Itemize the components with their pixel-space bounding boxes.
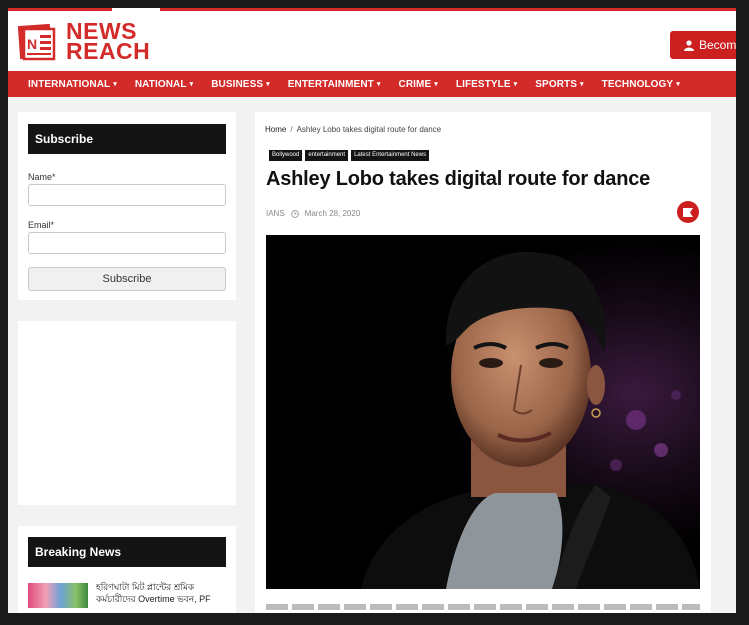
- become-member-button[interactable]: Becom: [670, 31, 736, 59]
- tag-entertainment[interactable]: entertainment: [305, 150, 349, 161]
- article-featured-image[interactable]: [266, 235, 700, 589]
- article-title: Ashley Lobo takes digital route for danc…: [266, 168, 651, 190]
- logo-line-2: REACH: [66, 38, 151, 64]
- chevron-down-icon: ▾: [266, 81, 270, 88]
- email-field[interactable]: [28, 232, 226, 254]
- nav-item-technology[interactable]: TECHNOLOGY ▾: [593, 79, 689, 90]
- nav-item-label: INTERNATIONAL: [28, 78, 111, 90]
- article-date: March 28, 2020: [304, 209, 361, 218]
- name-field[interactable]: [28, 184, 226, 206]
- breaking-news-widget: Breaking News হরিণঘাটা মিট প্লান্টের শ্র…: [18, 526, 236, 613]
- subscribe-widget-title: Subscribe: [28, 124, 226, 154]
- nav-item-label: NATIONAL: [134, 78, 187, 90]
- article-meta: IANS March 28, 2020: [266, 209, 360, 218]
- breaking-news-thumbnail[interactable]: [28, 583, 88, 608]
- article-card: Home / Ashley Lobo takes digital route for…: [255, 112, 711, 613]
- nav-item-entertainment[interactable]: ENTERTAINMENT ▾: [279, 79, 390, 90]
- breadcrumb: Home / Ashley Lobo takes digital route for…: [265, 125, 441, 134]
- name-label: Name*: [28, 172, 56, 182]
- chevron-down-icon: ▾: [189, 81, 194, 88]
- main-nav: INTERNATIONAL ▾ NATIONAL ▾ BUSINESS ▾ ENTERTAI…: [8, 71, 736, 97]
- nav-item-crime[interactable]: CRIME ▾: [390, 79, 447, 90]
- nav-item-label: SPORTS: [535, 78, 577, 90]
- breadcrumb-separator: /: [290, 125, 293, 134]
- portrait-illustration: [266, 235, 700, 589]
- nav-item-label: BUSINESS: [211, 78, 264, 90]
- site-header: N NEWS REACH Becom: [8, 11, 736, 71]
- breaking-news-title: Breaking News: [28, 537, 226, 567]
- page: N NEWS REACH Becom INTERNATIONAL ▾ NATIONA…: [8, 8, 736, 613]
- breadcrumb-current: Ashley Lobo takes digital route for danc…: [296, 125, 442, 134]
- subscribe-button[interactable]: Subscribe: [28, 267, 226, 291]
- nav-item-business[interactable]: BUSINESS ▾: [202, 79, 279, 90]
- clock-icon: [290, 209, 299, 218]
- subscribe-widget: Subscribe Name* Email* Subscribe: [18, 112, 236, 300]
- chevron-down-icon: ▾: [676, 81, 680, 88]
- chevron-down-icon: ▾: [513, 81, 518, 88]
- tag-list: Bollywood entertainment Latest Entertain…: [269, 150, 430, 161]
- tag-latest-entertainment-news[interactable]: Latest Entertainment News: [351, 150, 430, 161]
- nav-item-national[interactable]: NATIONAL ▾: [126, 79, 202, 90]
- article-excerpt-fade: [266, 602, 700, 612]
- report-flag-button[interactable]: [677, 201, 699, 223]
- chevron-down-icon: ▾: [580, 81, 584, 88]
- chevron-down-icon: ▾: [434, 81, 438, 88]
- nav-item-lifestyle[interactable]: LIFESTYLE ▾: [447, 79, 526, 90]
- nav-item-label: LIFESTYLE: [455, 78, 511, 90]
- flag-icon: [683, 207, 693, 217]
- site-logo-text[interactable]: NEWS REACH: [66, 20, 151, 64]
- breadcrumb-home[interactable]: Home: [265, 125, 286, 134]
- tag-bollywood[interactable]: Bollywood: [269, 150, 303, 161]
- newspaper-logo-icon[interactable]: N: [18, 22, 58, 62]
- nav-item-international[interactable]: INTERNATIONAL ▾: [8, 79, 126, 90]
- nav-item-sports[interactable]: SPORTS ▾: [526, 79, 592, 90]
- user-icon: [684, 39, 694, 51]
- chevron-down-icon: ▾: [113, 81, 117, 88]
- become-member-label: Becom: [699, 38, 736, 52]
- nav-item-label: CRIME: [398, 78, 432, 90]
- article-author[interactable]: IANS: [266, 209, 285, 218]
- email-label: Email*: [28, 220, 55, 230]
- chevron-down-icon: ▾: [376, 81, 381, 88]
- ad-slot: [18, 321, 236, 505]
- nav-item-label: ENTERTAINMENT: [287, 78, 374, 90]
- breaking-news-headline[interactable]: হরিণঘাটা মিট প্লান্টের শ্রমিক কর্মচারীদে…: [96, 581, 228, 607]
- nav-item-label: TECHNOLOGY: [601, 78, 674, 90]
- svg-text:N: N: [27, 36, 37, 52]
